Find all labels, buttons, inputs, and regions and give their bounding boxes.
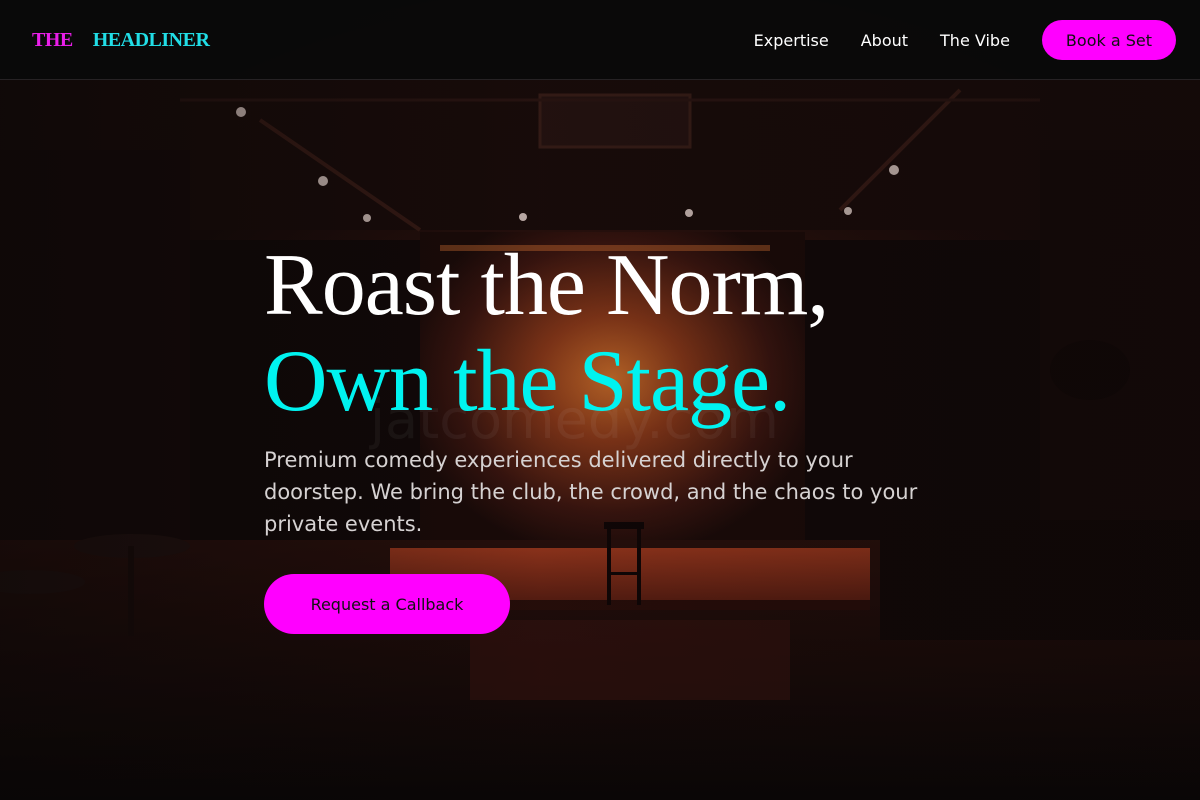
site-header: THE HEADLINER Expertise About The Vibe Bo… <box>0 0 1200 80</box>
book-a-set-button[interactable]: Book a Set <box>1041 20 1176 60</box>
hero-subtext: Premium comedy experiences delivered dir… <box>264 448 918 536</box>
logo-word-the: THE <box>32 29 73 51</box>
main-nav: Expertise About The Vibe Book a Set <box>754 20 1176 60</box>
logo-word-headliner: HEADLINER <box>92 29 210 51</box>
request-callback-button[interactable]: Request a Callback <box>264 574 510 634</box>
nav-link-about[interactable]: About <box>861 31 908 50</box>
hero-headline-line2: Own the Stage. <box>264 333 791 430</box>
nav-link-expertise[interactable]: Expertise <box>754 31 829 50</box>
nav-link-the-vibe[interactable]: The Vibe <box>940 31 1010 50</box>
page: jatcomedy.com THEHEADLINER Expertise Abo… <box>0 0 1200 800</box>
hero-headline: Roast the Norm, Own the Stage. <box>264 238 944 430</box>
hero-headline-line1: Roast the Norm, <box>264 237 829 334</box>
hero-section: Roast the Norm, Own the Stage. Premium c… <box>264 238 944 634</box>
site-logo[interactable]: THE HEADLINER <box>32 27 210 53</box>
